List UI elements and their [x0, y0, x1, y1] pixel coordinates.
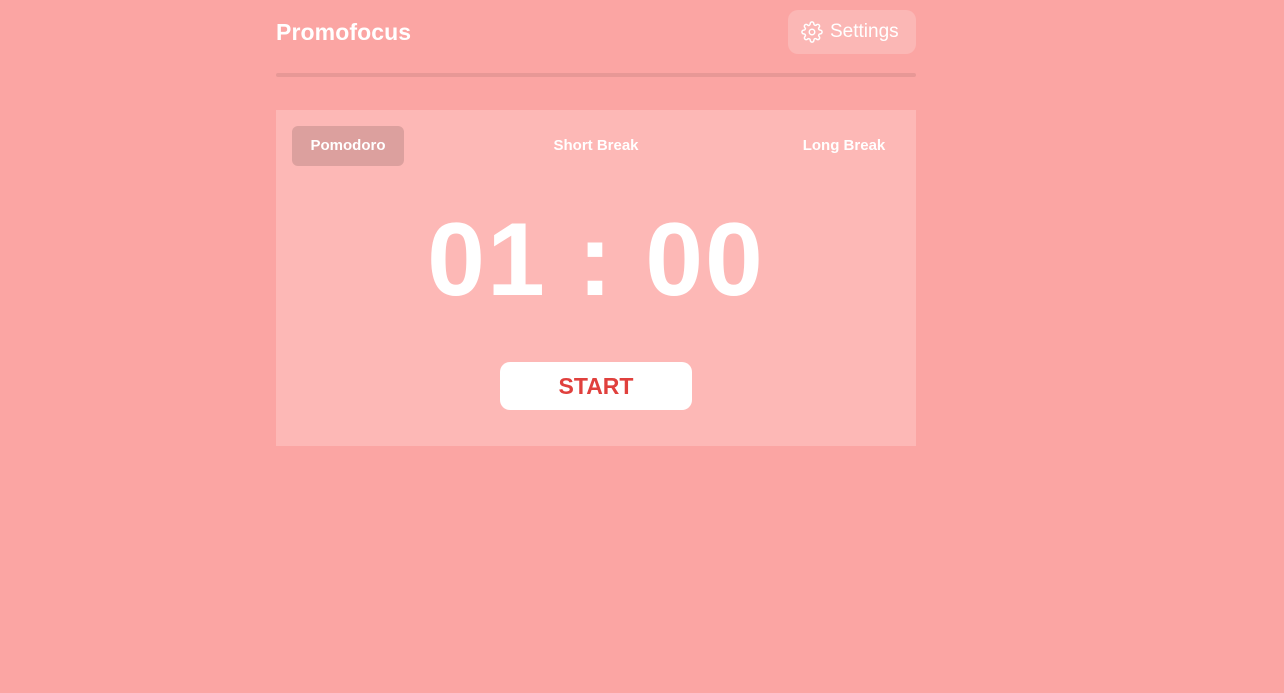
settings-label: Settings: [830, 21, 899, 42]
timer-display: 01 : 00: [427, 202, 765, 318]
gear-icon: [801, 21, 823, 43]
app-title: Promofocus: [276, 19, 412, 45]
header: Promofocus Settings: [276, 0, 916, 66]
tab-short-break[interactable]: Short Break: [538, 126, 654, 166]
tab-pomodoro[interactable]: Pomodoro: [292, 126, 404, 166]
settings-button[interactable]: Settings: [788, 10, 916, 54]
tab-long-break[interactable]: Long Break: [788, 126, 900, 166]
timer-card: Pomodoro Short Break Long Break 01 : 00 …: [276, 110, 916, 446]
start-button[interactable]: START: [500, 362, 692, 410]
progress-bar: [276, 73, 916, 77]
app-container: Promofocus Settings Pomodoro Short Break…: [276, 0, 916, 446]
